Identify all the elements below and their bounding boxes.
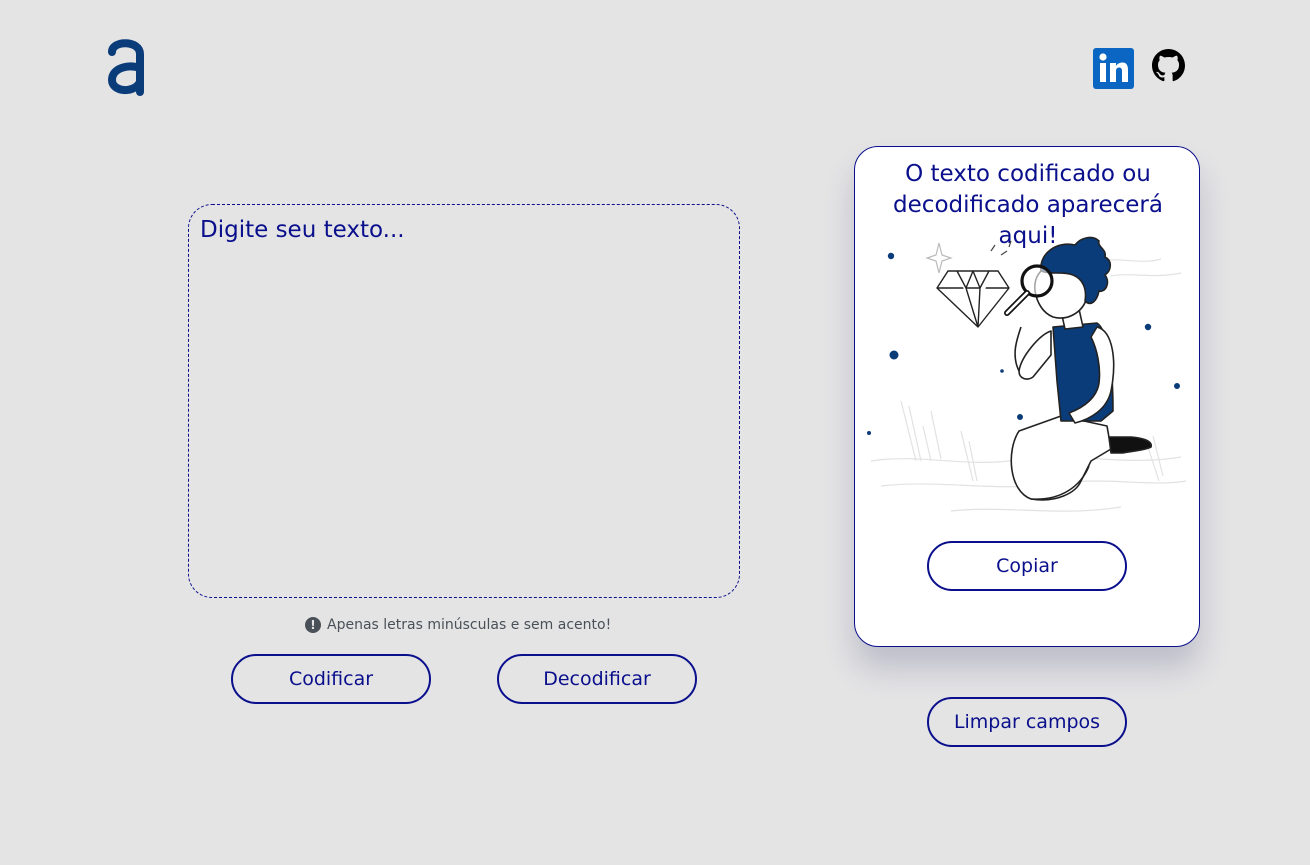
encode-button[interactable]: Codificar xyxy=(231,654,431,704)
person-with-magnifying-glass-illustration xyxy=(867,236,1187,512)
linkedin-icon[interactable] xyxy=(1093,48,1134,89)
github-icon[interactable] xyxy=(1152,49,1185,82)
copy-button[interactable]: Copiar xyxy=(927,541,1127,591)
social-links xyxy=(1093,48,1185,89)
hint-text: Apenas letras minúsculas e sem acento! xyxy=(327,617,612,633)
text-input[interactable] xyxy=(188,204,740,598)
input-hint: ! Apenas letras minúsculas e sem acento! xyxy=(305,617,611,633)
clear-fields-button[interactable]: Limpar campos xyxy=(927,697,1127,747)
exclamation-circle-icon: ! xyxy=(305,617,321,633)
decode-button[interactable]: Decodificar xyxy=(497,654,697,704)
alura-a-logo-icon[interactable] xyxy=(106,38,146,96)
page: ! Apenas letras minúsculas e sem acento!… xyxy=(0,0,1310,865)
output-card: O texto codificado ou decodificado apare… xyxy=(854,146,1200,647)
